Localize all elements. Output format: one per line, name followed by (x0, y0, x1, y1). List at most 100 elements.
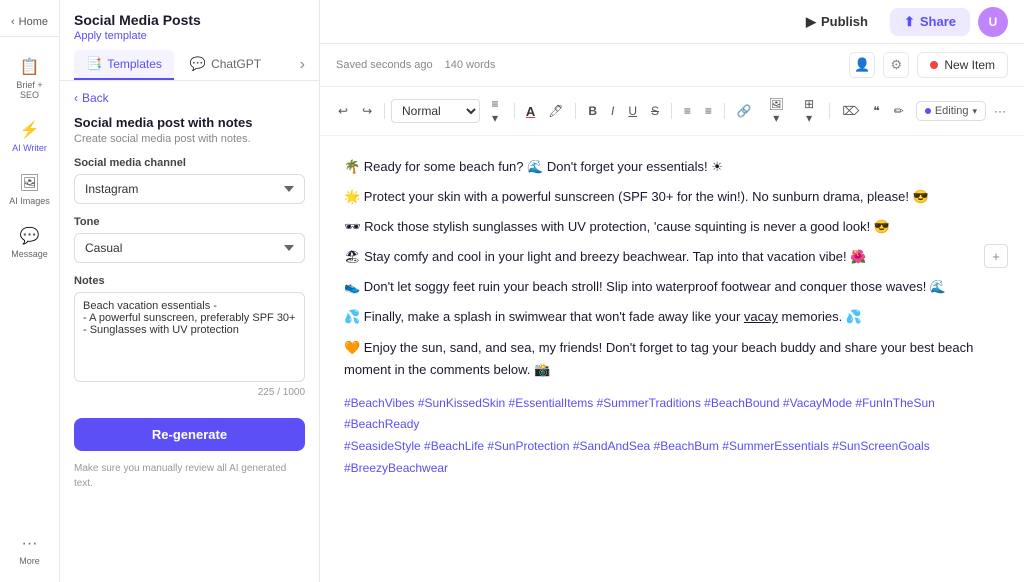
panel-title: Social Media Posts (74, 12, 305, 28)
quote-button[interactable]: ❝ (867, 100, 885, 122)
tone-form-group: Tone Casual Professional Humorous Inspir… (74, 216, 305, 263)
text-color-button[interactable]: A (521, 101, 540, 122)
notes-label: Notes (74, 275, 305, 287)
content-area[interactable]: 🌴 Ready for some beach fun? 🌊 Don't forg… (320, 136, 1024, 499)
avatar[interactable]: U (978, 7, 1008, 37)
panel-collapse-btn[interactable]: › (300, 50, 305, 80)
regenerate-button[interactable]: Re-generate (74, 418, 305, 451)
content-p4: 🏖 Stay comfy and cool in your light and … (344, 246, 1000, 268)
content-wrapper: 🌴 Ready for some beach fun? 🌊 Don't forg… (320, 136, 1024, 582)
align-button[interactable]: ≡ ▾ (482, 93, 508, 129)
status-icons: 👤 ⚙ New Item (849, 52, 1008, 78)
sidebar-item-ai-writer[interactable]: ⚡ AI Writer (4, 112, 56, 161)
settings-icon-btn[interactable]: ⚙ (883, 52, 909, 78)
channel-select[interactable]: Instagram Facebook Twitter LinkedIn TikT… (74, 174, 305, 204)
notes-textarea[interactable]: Beach vacation essentials - - A powerful… (74, 292, 305, 382)
underline-button[interactable]: U (622, 100, 643, 122)
panel-header: Social Media Posts Apply template (60, 0, 319, 42)
back-arrow-icon: ‹ (74, 91, 78, 105)
content-p2: 🌟 Protect your skin with a powerful suns… (344, 186, 1000, 208)
panel-tabs: 📑 Templates 💬 ChatGPT › (60, 42, 319, 81)
tone-select[interactable]: Casual Professional Humorous Inspiration… (74, 233, 305, 263)
ai-images-icon: 🖼 (19, 173, 39, 193)
panel-body: ‹ Back Social media post with notes Crea… (60, 81, 319, 582)
new-item-label: New Item (944, 58, 995, 72)
tone-label: Tone (74, 216, 305, 228)
sidebar-item-ai-images-label: AI Images (9, 196, 50, 206)
add-content-button[interactable]: + (984, 244, 1008, 268)
redo-button[interactable]: ↪ (356, 100, 378, 122)
toolbar-sep-2 (514, 103, 515, 119)
highlight-button[interactable]: 🖊 (542, 100, 569, 122)
home-label: Home (19, 16, 48, 28)
sidebar-item-more[interactable]: ··· More (4, 527, 56, 574)
user-icon-btn[interactable]: 👤 (849, 52, 875, 78)
sidebar-item-message-label: Message (11, 249, 48, 259)
chevron-left-icon: ‹ (11, 16, 15, 28)
format-select[interactable]: Normal Heading 1 Heading 2 (391, 99, 480, 123)
code-button[interactable]: ✏ (888, 100, 910, 122)
sidebar-item-brief-seo[interactable]: 📋 Brief + SEO (4, 49, 56, 108)
table-button[interactable]: ⊞ ▾ (795, 93, 824, 129)
side-panel: Social Media Posts Apply template 📑 Temp… (60, 0, 320, 582)
template-desc: Create social media post with notes. (74, 133, 305, 145)
share-icon: ⬆ (904, 14, 915, 30)
tab-chatgpt-label: ChatGPT (211, 57, 261, 71)
content-p7: 🧡 Enjoy the sun, sand, and sea, my frien… (344, 337, 1000, 381)
sidebar-item-message[interactable]: 💬 Message (4, 218, 56, 267)
bold-button[interactable]: B (582, 100, 603, 122)
channel-label: Social media channel (74, 157, 305, 169)
image-button[interactable]: 🖼 ▾ (760, 93, 793, 129)
publish-button[interactable]: ▶ Publish (792, 8, 882, 36)
brief-seo-icon: 📋 (20, 57, 40, 77)
tab-templates[interactable]: 📑 Templates (74, 50, 174, 80)
back-button[interactable]: ‹ Back (74, 91, 305, 105)
new-item-dot (930, 61, 938, 69)
undo-button[interactable]: ↩ (332, 100, 354, 122)
apply-template-link[interactable]: Apply template (74, 30, 305, 42)
toolbar-sep-4 (671, 103, 672, 119)
disclaimer-text: Make sure you manually review all AI gen… (74, 461, 305, 491)
word-count: 140 words (445, 59, 496, 71)
tab-templates-label: Templates (107, 57, 162, 71)
sidebar-home[interactable]: ‹ Home (0, 8, 59, 37)
more-icon: ··· (22, 535, 38, 553)
italic-button[interactable]: I (605, 100, 620, 122)
channel-form-group: Social media channel Instagram Facebook … (74, 157, 305, 204)
message-icon: 💬 (20, 226, 40, 246)
sidebar-item-more-label: More (19, 556, 40, 566)
share-label: Share (920, 14, 956, 29)
strikethrough-button[interactable]: S (645, 100, 665, 122)
more-options-button[interactable]: ··· (988, 100, 1012, 122)
bullet-list-button[interactable]: ≡ (678, 100, 697, 122)
top-bar-right: ▶ Publish ⬆ Share U (792, 7, 1008, 37)
toolbar-sep-5 (724, 103, 725, 119)
ai-writer-icon: ⚡ (20, 120, 40, 140)
hashtag-line-2: #SeasideStyle #BeachLife #SunProtection … (344, 436, 1000, 458)
editor-wrapper: Saved seconds ago 140 words 👤 ⚙ New Item… (320, 44, 1024, 582)
sidebar-item-ai-images[interactable]: 🖼 AI Images (4, 165, 56, 214)
content-p6: 💦 Finally, make a splash in swimwear tha… (344, 306, 1000, 328)
content-p3: 🕶 Rock those stylish sunglasses with UV … (344, 216, 1000, 238)
publish-label: Publish (821, 14, 868, 29)
notes-form-group: Notes Beach vacation essentials - - A po… (74, 275, 305, 398)
numbered-list-button[interactable]: ≡ (699, 100, 718, 122)
hashtags: #BeachVibes #SunKissedSkin #EssentialIte… (344, 393, 1000, 479)
content-p5: 👟 Don't let soggy feet ruin your beach s… (344, 276, 1000, 298)
publish-icon: ▶ (806, 14, 816, 30)
templates-tab-icon: 📑 (86, 56, 102, 72)
char-count: 225 / 1000 (74, 387, 305, 398)
clear-format-button[interactable]: ⌦ (836, 100, 865, 122)
avatar-initials: U (989, 15, 998, 29)
editing-badge[interactable]: Editing ▾ (916, 101, 986, 121)
tab-chatgpt[interactable]: 💬 ChatGPT (178, 50, 273, 80)
editing-label: Editing (935, 105, 969, 117)
toolbar-sep-1 (384, 103, 385, 119)
new-item-button[interactable]: New Item (917, 52, 1008, 78)
link-button[interactable]: 🔗 (731, 100, 758, 122)
content-p1: 🌴 Ready for some beach fun? 🌊 Don't forg… (344, 156, 1000, 178)
back-label: Back (82, 91, 109, 105)
share-button[interactable]: ⬆ Share (890, 8, 970, 36)
toolbar-sep-6 (829, 103, 830, 119)
sidebar-item-brief-seo-label: Brief + SEO (8, 80, 52, 100)
